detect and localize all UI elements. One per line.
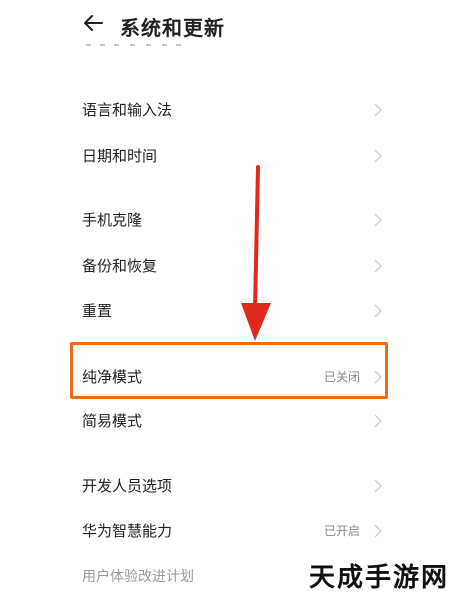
chevron-right-icon: [374, 103, 382, 117]
settings-item-huawei-smart[interactable]: 华为智慧能力 已开启: [82, 512, 382, 552]
chevron-right-icon: [374, 213, 382, 227]
settings-item-label: 重置: [82, 302, 113, 320]
settings-item-backup-restore[interactable]: 备份和恢复: [82, 247, 382, 287]
chevron-right-icon: [374, 524, 382, 538]
settings-item-label: 手机克隆: [82, 211, 143, 229]
watermark-text: 天成手游网: [308, 563, 449, 593]
chevron-right-icon: [374, 149, 382, 163]
settings-item-label: 备份和恢复: [82, 257, 158, 275]
chevron-right-icon: [374, 304, 382, 318]
arrow-left-icon[interactable]: [82, 12, 104, 34]
header-bar: 系统和更新: [0, 0, 459, 52]
arrow-down-annotation-icon: [241, 165, 271, 341]
settings-item-label: 用户体验改进计划: [82, 569, 194, 585]
chevron-right-icon: [374, 414, 382, 428]
settings-item-label: 日期和时间: [82, 147, 158, 165]
chevron-right-icon: [374, 479, 382, 493]
settings-item-language-input[interactable]: 语言和输入法: [82, 91, 382, 131]
settings-item-simple-mode[interactable]: 简易模式: [82, 402, 382, 442]
settings-item-reset[interactable]: 重置: [82, 292, 382, 332]
cut-off-row-stub: [86, 42, 181, 50]
chevron-right-icon: [374, 259, 382, 273]
settings-item-label: 开发人员选项: [82, 477, 173, 495]
page-title: 系统和更新: [120, 16, 225, 40]
settings-item-label: 华为智慧能力: [82, 522, 173, 540]
status-value: 已开启: [323, 524, 360, 538]
settings-item-label: 语言和输入法: [82, 101, 173, 119]
highlight-box: [70, 342, 388, 399]
settings-item-developer-options[interactable]: 开发人员选项: [82, 467, 382, 507]
settings-item-label: 简易模式: [82, 412, 143, 430]
settings-item-date-time[interactable]: 日期和时间: [82, 137, 382, 177]
settings-item-phone-clone[interactable]: 手机克隆: [82, 201, 382, 241]
